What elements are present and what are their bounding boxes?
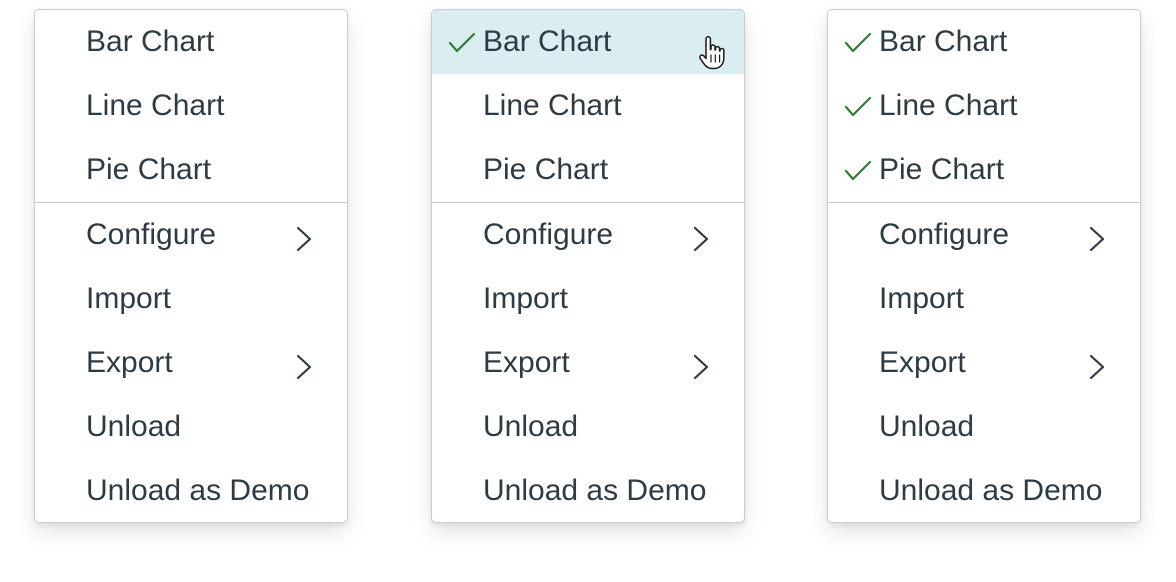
menu-item-unload[interactable]: Unload: [828, 395, 1140, 459]
menu-item-bar-chart[interactable]: Bar Chart: [828, 10, 1140, 74]
menu-item-label: Line Chart: [483, 89, 622, 122]
menu-item-label: Export: [483, 346, 570, 379]
menu-item-label: Bar Chart: [483, 25, 612, 58]
checkmark-icon: [844, 160, 872, 181]
menu-item-export[interactable]: Export: [828, 331, 1140, 395]
menu-item-label: Import: [483, 282, 569, 315]
menu-item-export[interactable]: Export: [432, 331, 744, 395]
menu-item-label: Bar Chart: [86, 25, 215, 58]
hand-pointer-cursor-icon: [699, 36, 725, 70]
menu-all-checked: Bar Chart Line Chart Pie Chart Configure…: [827, 9, 1141, 523]
menu-item-label: Unload: [86, 410, 182, 443]
menu-item-label: Unload: [483, 410, 579, 443]
menu-item-line-chart[interactable]: Line Chart: [828, 74, 1140, 138]
menu-item-label: Unload as Demo: [483, 474, 707, 507]
menu-item-line-chart[interactable]: Line Chart: [432, 74, 744, 138]
menu-item-configure[interactable]: Configure: [432, 203, 744, 267]
menu-item-import[interactable]: Import: [828, 267, 1140, 331]
chevron-right-icon: [296, 226, 312, 252]
menu-item-label: Pie Chart: [86, 153, 212, 186]
menu-item-configure[interactable]: Configure: [828, 203, 1140, 267]
menu-item-label: Pie Chart: [483, 153, 609, 186]
menu-item-label: Import: [86, 282, 172, 315]
menu-item-label: Line Chart: [86, 89, 225, 122]
menu-one-checked: Bar Chart Line Chart Pie Chart Configure…: [431, 9, 745, 523]
menu-item-label: Pie Chart: [879, 153, 1005, 186]
menu-item-line-chart[interactable]: Line Chart: [35, 74, 347, 138]
menu-item-label: Unload: [879, 410, 975, 443]
chevron-right-icon: [693, 354, 709, 380]
menu-item-label: Line Chart: [879, 89, 1018, 122]
checkmark-icon: [844, 32, 872, 53]
menu-unchecked: Bar Chart Line Chart Pie Chart Configure…: [34, 9, 348, 523]
menu-item-label: Export: [86, 346, 173, 379]
chevron-right-icon: [1089, 354, 1105, 380]
checkmark-icon: [844, 96, 872, 117]
menu-item-label: Configure: [86, 218, 217, 251]
menu-item-label: Import: [879, 282, 965, 315]
menu-item-label: Unload as Demo: [86, 474, 310, 507]
menu-item-export[interactable]: Export: [35, 331, 347, 395]
menu-item-label: Export: [879, 346, 966, 379]
checkmark-icon: [448, 32, 476, 53]
menu-item-label: Configure: [879, 218, 1010, 251]
menu-item-configure[interactable]: Configure: [35, 203, 347, 267]
chevron-right-icon: [296, 354, 312, 380]
menu-item-unload-as-demo[interactable]: Unload as Demo: [828, 459, 1140, 522]
menu-item-import[interactable]: Import: [35, 267, 347, 331]
menu-item-unload-as-demo[interactable]: Unload as Demo: [35, 459, 347, 522]
menu-item-label: Unload as Demo: [879, 474, 1103, 507]
menu-item-pie-chart[interactable]: Pie Chart: [828, 138, 1140, 202]
menu-item-label: Configure: [483, 218, 614, 251]
chevron-right-icon: [693, 226, 709, 252]
menu-item-pie-chart[interactable]: Pie Chart: [432, 138, 744, 202]
menu-item-unload-as-demo[interactable]: Unload as Demo: [432, 459, 744, 522]
menu-item-unload[interactable]: Unload: [432, 395, 744, 459]
menu-item-pie-chart[interactable]: Pie Chart: [35, 138, 347, 202]
menu-item-bar-chart[interactable]: Bar Chart: [35, 10, 347, 74]
chevron-right-icon: [1089, 226, 1105, 252]
menu-item-label: Bar Chart: [879, 25, 1008, 58]
menu-item-unload[interactable]: Unload: [35, 395, 347, 459]
menu-item-import[interactable]: Import: [432, 267, 744, 331]
